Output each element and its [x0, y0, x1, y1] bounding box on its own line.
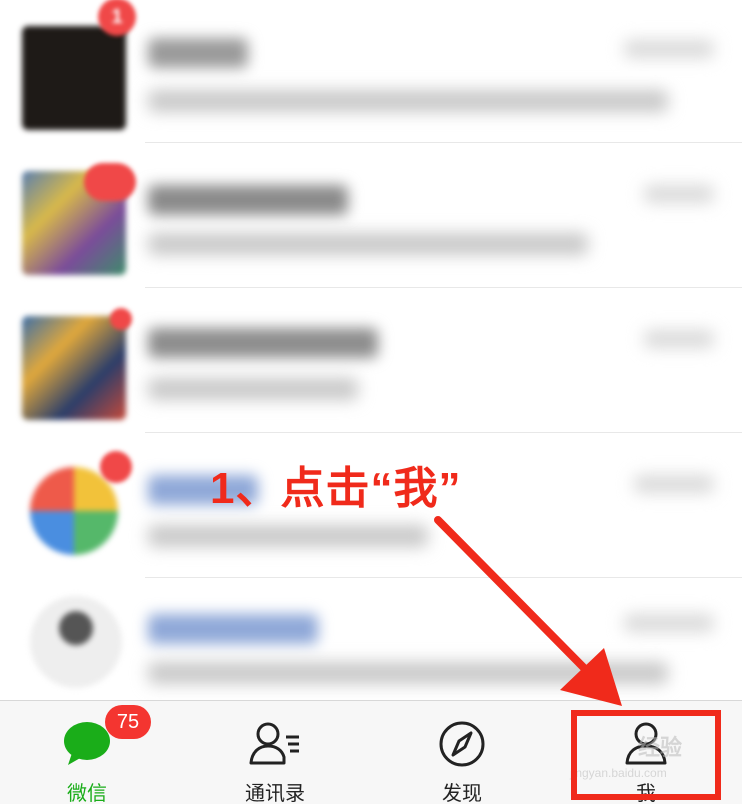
unread-badge: 1 [98, 0, 136, 36]
chat-row[interactable] [0, 578, 742, 700]
unread-dot [110, 308, 132, 330]
tab-label: 通讯录 [245, 783, 305, 804]
chat-row[interactable] [0, 143, 742, 288]
chat-row[interactable] [0, 288, 742, 433]
instruction-callout: 1、点击“我” [210, 464, 462, 513]
tab-chats[interactable]: 75 微信 [7, 701, 167, 804]
chat-preview [148, 662, 668, 684]
tab-label: 发现 [442, 783, 482, 804]
chat-name [148, 38, 248, 68]
avatar [22, 26, 126, 130]
chat-time [634, 475, 714, 493]
tab-contacts[interactable]: 通讯录 [195, 701, 355, 804]
chat-row[interactable]: 1 [0, 0, 742, 143]
chat-preview [148, 90, 668, 112]
avatar [30, 467, 118, 555]
chat-name [148, 614, 318, 644]
chat-name [148, 328, 378, 358]
chat-preview [148, 233, 588, 255]
tab-label: 微信 [67, 783, 107, 804]
tab-discover[interactable]: 发现 [382, 701, 542, 804]
chat-preview [148, 378, 358, 400]
contacts-icon [249, 722, 299, 765]
chat-time [624, 40, 714, 58]
unread-badge [84, 163, 136, 201]
chat-preview [148, 525, 428, 547]
chat-time [624, 614, 714, 632]
chat-list: 1 [0, 0, 742, 700]
chat-time [644, 185, 714, 203]
unread-dot [100, 451, 132, 483]
highlight-box [571, 710, 721, 800]
unread-count-badge: 75 [105, 705, 151, 739]
avatar [22, 316, 126, 420]
avatar [30, 596, 122, 688]
compass-icon [439, 721, 485, 767]
chat-time [644, 330, 714, 348]
chat-name [148, 185, 348, 215]
